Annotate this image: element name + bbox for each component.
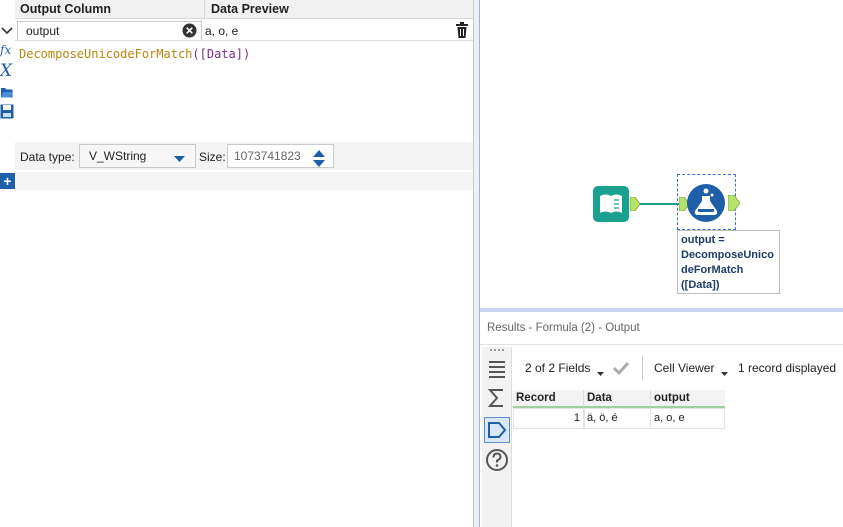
- data-preview-value: a, o, e: [205, 24, 239, 38]
- output-field-input[interactable]: output: [17, 21, 202, 41]
- annotation-line: ([Data]): [681, 279, 720, 291]
- formula-flask-icon[interactable]: [686, 183, 726, 223]
- data-type-row: Data type: V_WString Size: 1073741823: [15, 142, 473, 170]
- annotation-line: DecomposeUnico: [681, 249, 774, 261]
- column-header-record[interactable]: Record: [513, 390, 584, 408]
- size-value: 1073741823: [234, 149, 301, 163]
- fields-dropdown[interactable]: 2 of 2 Fields: [525, 361, 590, 375]
- variable-icon[interactable]: X: [0, 61, 14, 81]
- grip-icon: [490, 349, 504, 353]
- annotation-line: output =: [681, 234, 725, 246]
- fields-menu-icon[interactable]: [597, 366, 604, 380]
- vertical-splitter[interactable]: [473, 0, 481, 527]
- input-book-icon[interactable]: [593, 186, 629, 222]
- output-column-header: Output Column: [15, 0, 207, 19]
- output-field-value: output: [26, 24, 60, 38]
- expression-text: DecomposeUnicodeForMatch([Data]): [19, 47, 251, 61]
- results-panel: Results - Formula (2) - Output 2 of 2 Fi…: [480, 312, 843, 527]
- toolbar-divider: [642, 356, 643, 380]
- open-folder-icon[interactable]: [0, 84, 14, 100]
- fx-icon[interactable]: fx: [0, 42, 14, 58]
- workflow-canvas[interactable]: output = DecomposeUnico deForMatch ([Dat…: [480, 0, 843, 308]
- output-anchor-icon[interactable]: [629, 196, 641, 214]
- data-type-label: Data type:: [20, 150, 75, 164]
- column-header-data[interactable]: Data: [583, 390, 653, 408]
- checkmark-icon[interactable]: [612, 360, 630, 379]
- results-table: Record Data output 1 ä, ö, é a, o, e: [512, 390, 843, 430]
- table-cell-output[interactable]: a, o, e: [650, 408, 725, 429]
- table-cell-record[interactable]: 1: [513, 408, 585, 429]
- formula-output-anchor-icon[interactable]: [727, 194, 741, 214]
- save-icon[interactable]: [0, 103, 14, 120]
- stepper-down-icon[interactable]: [313, 157, 325, 171]
- data-type-value: V_WString: [89, 149, 147, 163]
- add-expression-row: +: [0, 172, 473, 190]
- add-icon[interactable]: +: [0, 173, 15, 189]
- expression-gutter: fx X: [0, 0, 15, 190]
- chevron-down-icon: [174, 152, 185, 166]
- size-label: Size:: [199, 150, 226, 164]
- sum-icon[interactable]: [486, 387, 508, 412]
- results-sidebar: [482, 347, 512, 527]
- table-icon[interactable]: [486, 359, 508, 384]
- tag-icon[interactable]: [484, 417, 510, 443]
- data-preview-header: Data Preview: [204, 0, 480, 19]
- records-count: 1 record displayed: [738, 361, 837, 375]
- cell-viewer-menu-icon[interactable]: [721, 366, 728, 380]
- data-type-select[interactable]: V_WString: [79, 144, 196, 168]
- clear-icon[interactable]: [182, 23, 197, 41]
- table-cell-data[interactable]: ä, ö, é: [583, 408, 651, 429]
- collapse-chevron-icon[interactable]: [0, 22, 14, 38]
- connection-line: [640, 203, 680, 205]
- cell-viewer-dropdown[interactable]: Cell Viewer: [654, 361, 714, 375]
- help-icon[interactable]: [485, 448, 509, 475]
- tool-annotation: output = DecomposeUnico deForMatch ([Dat…: [677, 230, 780, 294]
- trash-icon[interactable]: [454, 21, 470, 39]
- annotation-line: deForMatch: [681, 264, 744, 276]
- results-toolbar: 2 of 2 Fields Cell Viewer 1 record displ…: [512, 348, 843, 386]
- size-stepper[interactable]: 1073741823: [227, 144, 334, 168]
- results-title: Results - Formula (2) - Output: [487, 322, 640, 334]
- column-header-output[interactable]: output: [650, 390, 725, 408]
- expression-editor[interactable]: DecomposeUnicodeForMatch([Data]): [15, 41, 473, 142]
- results-title-bar: Results - Formula (2) - Output: [480, 312, 843, 345]
- formula-config-panel: Output Column Data Preview fx X output a…: [0, 0, 480, 527]
